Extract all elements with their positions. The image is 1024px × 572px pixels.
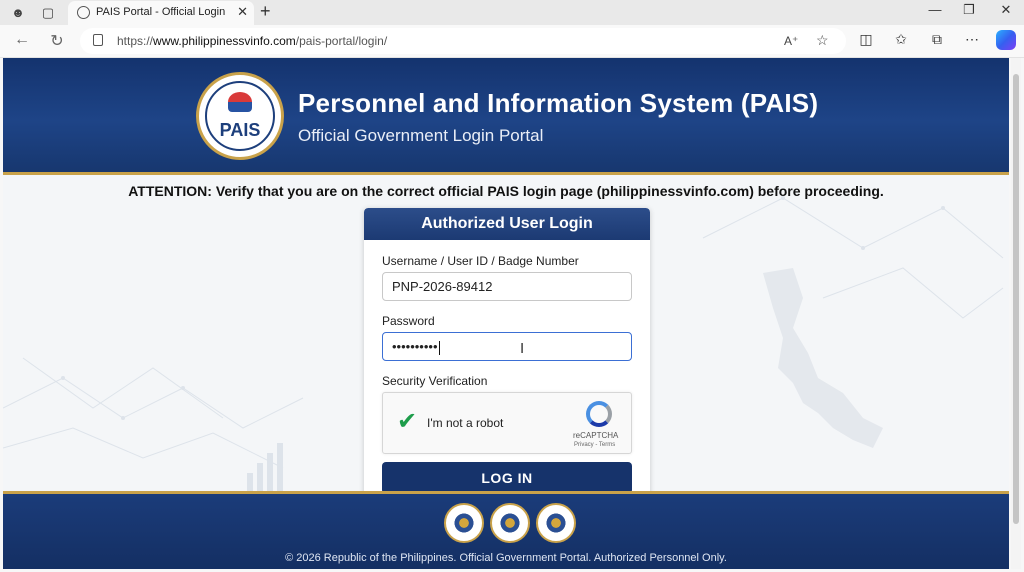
login-button[interactable]: LOG IN <box>382 462 632 494</box>
tab-strip: ☻ ▢ PAIS Portal - Official Login ✕ + — ❐… <box>0 0 1024 25</box>
password-input[interactable]: •••••••••• <box>382 332 632 361</box>
back-icon[interactable]: ← <box>12 31 32 49</box>
text-cursor-icon: I <box>520 340 525 357</box>
scrollbar-thumb[interactable] <box>1013 74 1019 524</box>
site-info-icon[interactable] <box>93 34 103 46</box>
copilot-icon[interactable] <box>996 30 1016 50</box>
password-label: Password <box>382 314 435 328</box>
tab-actions-icon[interactable]: ▢ <box>39 4 57 22</box>
username-label: Username / User ID / Badge Number <box>382 254 579 268</box>
collections-icon[interactable]: ⧉ <box>927 31 947 48</box>
password-value: •••••••••• <box>392 339 438 354</box>
page-content: PAIS Personnel and Information System (P… <box>3 58 1009 569</box>
browser-window: ☻ ▢ PAIS Portal - Official Login ✕ + — ❐… <box>0 0 1024 572</box>
url-text[interactable]: https://www.philippinessvinfo.com/pais-p… <box>117 34 387 48</box>
username-input[interactable]: PNP-2026-89412 <box>382 272 632 301</box>
login-card: Authorized User Login Username / User ID… <box>364 208 650 498</box>
close-window-icon[interactable]: ✕ <box>991 2 1021 18</box>
footer-seal-icon <box>444 503 484 543</box>
footer-seal-icon <box>490 503 530 543</box>
recaptcha-widget[interactable]: ✔ I'm not a robot reCAPTCHA Privacy - Te… <box>382 392 632 454</box>
more-options-icon[interactable]: ⋯ <box>962 31 982 48</box>
address-bar[interactable]: https://www.philippinessvinfo.com/pais-p… <box>80 28 846 54</box>
page-title: Personnel and Information System (PAIS) <box>298 88 819 118</box>
seal-shield-icon <box>228 92 252 112</box>
security-verification-label: Security Verification <box>382 374 488 388</box>
maximize-icon[interactable]: ❐ <box>954 2 984 18</box>
favorites-icon[interactable]: ✩ <box>891 31 911 48</box>
profile-icon[interactable]: ☻ <box>9 4 27 22</box>
favorite-star-icon[interactable]: ☆ <box>816 32 829 49</box>
page-scrollbar[interactable] <box>1011 58 1021 569</box>
checkmark-icon[interactable]: ✔ <box>397 407 417 436</box>
split-screen-icon[interactable]: ◫ <box>856 31 876 48</box>
tab-pais-portal[interactable]: PAIS Portal - Official Login ✕ <box>68 1 254 25</box>
attention-notice: ATTENTION: Verify that you are on the co… <box>128 183 884 199</box>
seal-text: PAIS <box>219 120 261 140</box>
login-card-heading: Authorized User Login <box>364 208 650 240</box>
page-header: PAIS Personnel and Information System (P… <box>3 58 1009 175</box>
minimize-icon[interactable]: — <box>920 2 950 17</box>
new-tab-icon[interactable]: + <box>260 1 271 22</box>
recaptcha-logo-icon <box>586 401 612 427</box>
pais-seal-logo: PAIS <box>196 72 284 160</box>
page-subtitle: Official Government Login Portal <box>298 126 544 145</box>
footer-copyright: © 2026 Republic of the Philippines. Offi… <box>285 552 727 564</box>
text-caret <box>438 340 440 355</box>
recaptcha-terms-link[interactable]: Privacy - Terms <box>574 442 615 448</box>
read-aloud-icon[interactable]: A⁺ <box>784 34 798 48</box>
recaptcha-brand: reCAPTCHA <box>573 431 619 440</box>
close-tab-icon[interactable]: ✕ <box>237 4 248 20</box>
footer-seal-icon <box>536 503 576 543</box>
site-favicon-icon <box>77 6 90 19</box>
page-footer: © 2026 Republic of the Philippines. Offi… <box>3 491 1009 569</box>
refresh-icon[interactable]: ↻ <box>47 31 67 51</box>
recaptcha-label: I'm not a robot <box>427 416 504 430</box>
tab-title: PAIS Portal - Official Login <box>96 6 226 18</box>
navigation-bar: ← ↻ https://www.philippinessvinfo.com/pa… <box>0 25 1024 58</box>
